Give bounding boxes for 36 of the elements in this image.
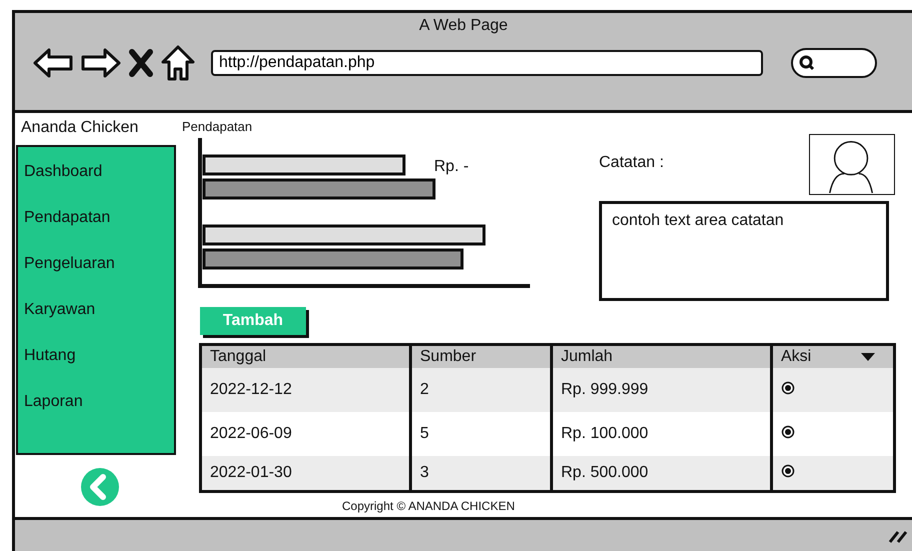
search-icon (799, 55, 815, 71)
page-title: Pendapatan (182, 118, 254, 134)
table-cell: 3 (410, 456, 552, 492)
radio-icon[interactable] (781, 464, 795, 478)
brand-name: Ananda Chicken (20, 118, 140, 138)
search-field[interactable] (791, 48, 877, 78)
sidebar-item[interactable]: Pendapatan (24, 209, 174, 255)
column-header[interactable]: Tanggal (200, 344, 410, 368)
column-header[interactable]: Aksi (772, 344, 894, 368)
notes-label: Catatan : (599, 154, 664, 172)
address-field[interactable]: http://pendapatan.php (211, 50, 763, 76)
dropdown-icon[interactable] (861, 353, 875, 361)
sidebar-item[interactable]: Dashboard (24, 163, 174, 209)
table-cell: 2022-06-09 (200, 412, 410, 456)
table-cell: Rp. 500.000 (552, 456, 772, 492)
notes-field[interactable]: contoh text area catatan (599, 201, 889, 301)
column-header[interactable]: Jumlah (552, 344, 772, 368)
table-cell: 2022-12-12 (200, 368, 410, 412)
sidebar-item[interactable]: Hutang (24, 347, 174, 393)
home-icon[interactable] (161, 45, 195, 81)
forward-icon[interactable] (81, 47, 121, 79)
avatar-icon (809, 134, 895, 195)
table-cell: 2022-01-30 (200, 456, 410, 492)
copyright-text: Copyright © ANANDA CHICKEN (342, 499, 516, 513)
sidebar-item[interactable]: Karyawan (24, 301, 174, 347)
sidebar-item[interactable]: Pengeluaran (24, 255, 174, 301)
radio-icon[interactable] (781, 380, 795, 394)
radio-icon[interactable] (781, 424, 795, 438)
back-icon[interactable] (33, 47, 73, 79)
close-icon[interactable] (129, 49, 153, 77)
column-header[interactable]: Sumber (410, 344, 552, 368)
window-title: A Web Page (419, 17, 508, 35)
table-cell: 2 (410, 368, 552, 412)
table-cell: Rp. 999.999 (552, 368, 772, 412)
sidebar-item[interactable]: Laporan (24, 393, 174, 439)
chart-label: Rp. - (434, 158, 469, 176)
